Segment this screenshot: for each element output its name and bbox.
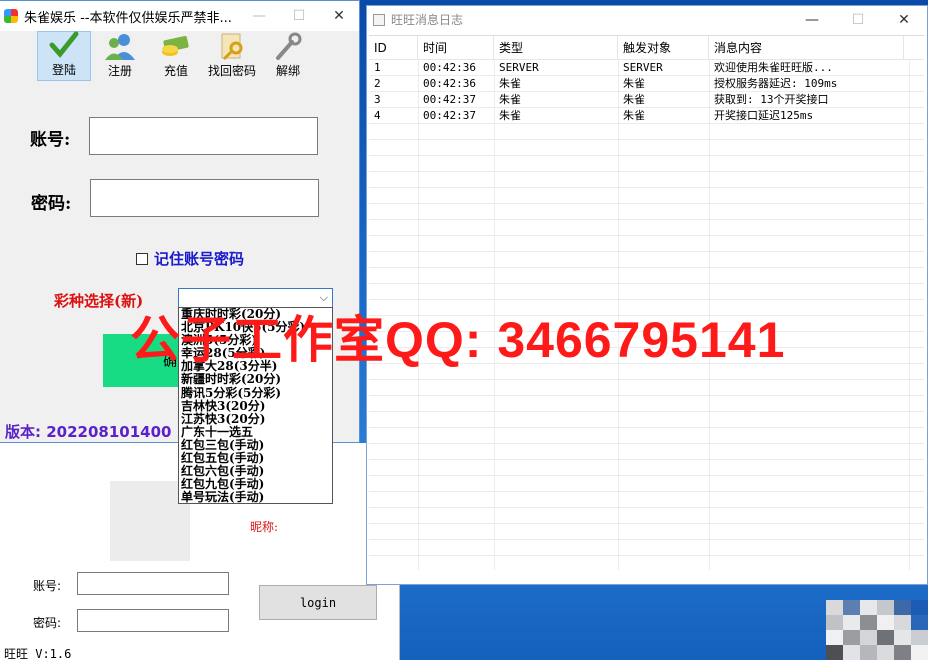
cell-type: SERVER bbox=[499, 61, 539, 74]
ww-account-label: 账号: bbox=[33, 579, 62, 593]
list-item[interactable]: 单号玩法(手动) bbox=[179, 491, 332, 503]
cell-message: 开奖接口延迟125ms bbox=[714, 109, 814, 122]
close-button[interactable]: ✕ bbox=[319, 1, 359, 31]
wrench-icon bbox=[272, 32, 304, 60]
cell-type: 朱雀 bbox=[499, 93, 521, 106]
ww-password-input[interactable] bbox=[77, 609, 229, 632]
message-log-window: 旺旺消息日志 — ☐ ✕ ID 时间 类型 触发对象 消息内容 1 00:42:… bbox=[366, 5, 928, 585]
table-row[interactable]: 4 00:42:37 朱雀 朱雀 开奖接口延迟125ms bbox=[369, 108, 924, 124]
cell-target: 朱雀 bbox=[623, 93, 645, 106]
toolbar: 登陆 注册 充值 找回密码 解绑 bbox=[0, 31, 360, 85]
checkbox-box[interactable] bbox=[136, 252, 148, 265]
cell-target: 朱雀 bbox=[623, 109, 645, 122]
log-title-bar[interactable]: 旺旺消息日志 — ☐ ✕ bbox=[367, 6, 927, 33]
tool-label: 解绑 bbox=[275, 64, 300, 78]
column-header-target[interactable]: 触发对象 bbox=[618, 36, 709, 59]
mosaic-blur bbox=[826, 600, 928, 660]
check-icon bbox=[48, 31, 80, 59]
title-bar[interactable]: 朱雀娱乐 --本软件仅供娱乐严禁非... — ☐ ✕ bbox=[0, 1, 359, 31]
cell-time: 00:42:36 bbox=[423, 61, 476, 74]
tool-label: 注册 bbox=[107, 64, 132, 78]
tool-register-button[interactable]: 注册 bbox=[93, 31, 147, 81]
password-input[interactable] bbox=[90, 179, 319, 217]
list-item[interactable]: 腾讯5分彩(5分彩) bbox=[179, 386, 332, 400]
app-icon bbox=[4, 9, 18, 23]
tool-label: 充值 bbox=[163, 64, 188, 78]
cell-id: 1 bbox=[374, 61, 381, 74]
tool-recharge-button[interactable]: 充值 bbox=[149, 31, 203, 81]
list-item[interactable]: 吉林快3(20分) bbox=[179, 399, 332, 413]
table-row[interactable]: 3 00:42:37 朱雀 朱雀 获取到: 13个开奖接口 bbox=[369, 92, 924, 108]
cell-time: 00:42:37 bbox=[423, 93, 476, 106]
cell-message: 获取到: 13个开奖接口 bbox=[714, 93, 829, 106]
cell-type: 朱雀 bbox=[499, 77, 521, 90]
list-item[interactable]: 新疆时时彩(20分) bbox=[179, 373, 332, 386]
column-header-id[interactable]: ID bbox=[369, 36, 418, 59]
cell-message: 授权服务器延迟: 109ms bbox=[714, 77, 838, 90]
money-icon bbox=[160, 32, 192, 60]
remember-label: 记住账号密码 bbox=[154, 250, 245, 268]
table-row[interactable]: 2 00:42:36 朱雀 朱雀 授权服务器延迟: 109ms bbox=[369, 76, 924, 92]
cell-target: 朱雀 bbox=[623, 77, 645, 90]
window-title: 朱雀娱乐 --本软件仅供娱乐严禁非... bbox=[24, 10, 232, 26]
maximize-button[interactable]: ☐ bbox=[279, 1, 319, 31]
cell-target: SERVER bbox=[623, 61, 663, 74]
tool-login-button[interactable]: 登陆 bbox=[37, 31, 91, 81]
log-minimize-button[interactable]: — bbox=[789, 6, 835, 33]
version-label: 版本: 202208101400 bbox=[5, 423, 172, 441]
list-item[interactable]: 江苏快3(20分) bbox=[179, 412, 332, 426]
key-icon bbox=[216, 32, 248, 60]
nick-label: 昵称: bbox=[250, 520, 279, 534]
cell-type: 朱雀 bbox=[499, 109, 521, 122]
column-header-type[interactable]: 类型 bbox=[494, 36, 618, 59]
minimize-button[interactable]: — bbox=[239, 1, 279, 31]
users-icon bbox=[104, 32, 136, 60]
cell-message: 欢迎使用朱雀旺旺版... bbox=[714, 61, 833, 74]
password-label: 密码: bbox=[31, 194, 72, 214]
tool-label: 找回密码 bbox=[207, 64, 256, 78]
cell-time: 00:42:36 bbox=[423, 77, 476, 90]
watermark-text: 公子工作室QQ: 3466795141 bbox=[130, 312, 786, 368]
tool-unbind-button[interactable]: 解绑 bbox=[261, 31, 315, 81]
column-header-message[interactable]: 消息内容 bbox=[709, 36, 904, 59]
remember-checkbox[interactable]: 记住账号密码 bbox=[136, 248, 244, 269]
table-header: ID 时间 类型 触发对象 消息内容 bbox=[369, 36, 924, 60]
tool-label: 登陆 bbox=[51, 63, 76, 77]
ww-account-input[interactable] bbox=[77, 572, 229, 595]
log-close-button[interactable]: ✕ bbox=[881, 6, 927, 33]
window-icon bbox=[373, 13, 385, 26]
cell-id: 2 bbox=[374, 77, 381, 90]
log-maximize-button[interactable]: ☐ bbox=[835, 6, 881, 33]
ww-password-label: 密码: bbox=[33, 616, 62, 630]
account-input[interactable] bbox=[89, 117, 318, 155]
login-button[interactable]: login bbox=[259, 585, 377, 620]
ww-version: 旺旺 V:1.6 bbox=[4, 647, 72, 660]
column-header-time[interactable]: 时间 bbox=[418, 36, 494, 59]
account-label: 账号: bbox=[30, 130, 71, 150]
table-row[interactable]: 1 00:42:36 SERVER SERVER 欢迎使用朱雀旺旺版... bbox=[369, 60, 924, 76]
log-window-title: 旺旺消息日志 bbox=[391, 13, 464, 27]
cell-id: 4 bbox=[374, 109, 381, 122]
cell-id: 3 bbox=[374, 93, 381, 106]
list-item[interactable]: 广东十一选五 bbox=[179, 425, 332, 439]
cell-time: 00:42:37 bbox=[423, 109, 476, 122]
tool-recover-password-button[interactable]: 找回密码 bbox=[205, 31, 259, 81]
